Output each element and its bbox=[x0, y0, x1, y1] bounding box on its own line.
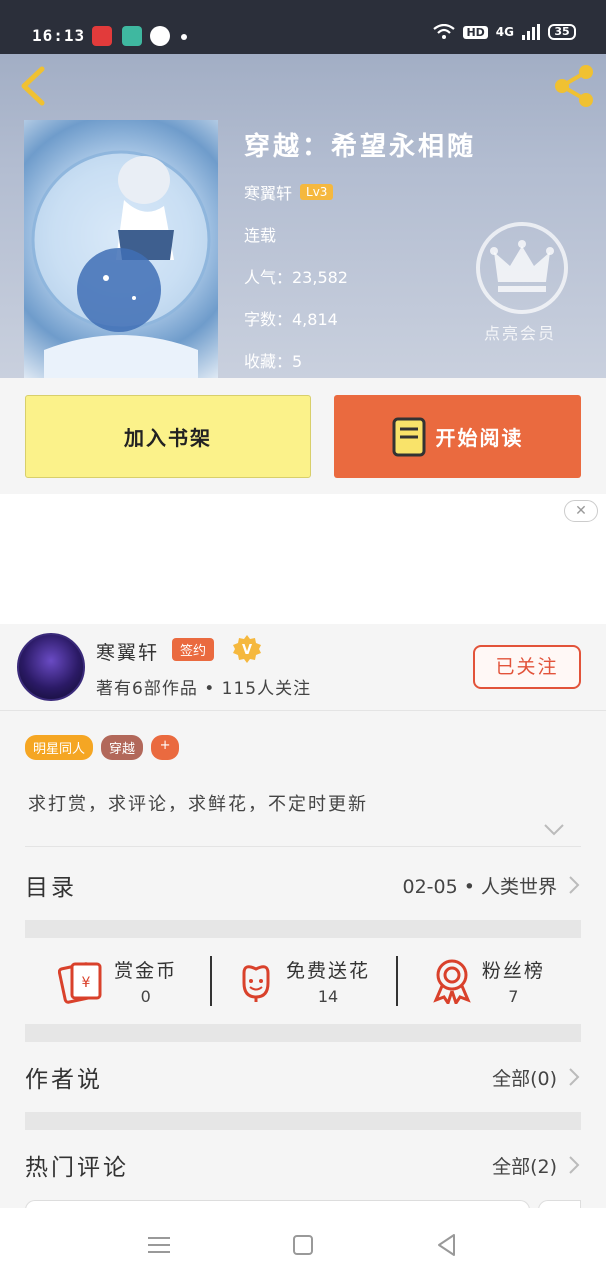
reward-bar: ¥ 赏金币 0 免费送花 14 粉丝榜 7 bbox=[25, 938, 581, 1024]
reward-flower-button[interactable]: 免费送花 14 bbox=[210, 938, 395, 1024]
divider bbox=[0, 710, 606, 711]
tag-list: 明星同人 穿越 + bbox=[25, 735, 180, 760]
status-time: 16:13 bbox=[32, 26, 86, 45]
catalog-row[interactable]: 目录 02-05 • 人类世界 bbox=[25, 860, 581, 910]
reward-coins-button[interactable]: ¥ 赏金币 0 bbox=[25, 938, 210, 1024]
book-cover[interactable] bbox=[24, 120, 218, 378]
reward-count: 14 bbox=[317, 987, 339, 1006]
signed-badge: 签约 bbox=[172, 638, 215, 661]
reward-fans-button[interactable]: 粉丝榜 7 bbox=[395, 938, 581, 1024]
reward-label: 免费送花 bbox=[285, 960, 370, 982]
author-says-all: 全部(0) bbox=[492, 1067, 557, 1090]
author-card: 寒翼轩 签约 V 著有6部作品 • 115人关注 已关注 bbox=[0, 624, 606, 710]
author-says-row[interactable]: 作者说 全部(0) bbox=[25, 1052, 581, 1102]
share-icon bbox=[555, 65, 593, 107]
author-level-badge: Lv3 bbox=[300, 184, 334, 200]
chevron-left-icon bbox=[21, 66, 45, 106]
book-description: 求打赏，求评论，求鲜花，不定时更新 bbox=[28, 794, 368, 815]
author-says-all-wrap: 全部(0) bbox=[492, 1064, 581, 1091]
book-detail-main: 寒翼轩 签约 V 著有6部作品 • 115人关注 已关注 明星同人 穿越 + 求… bbox=[0, 624, 606, 1220]
catalog-latest: 02-05 • 人类世界 bbox=[402, 875, 558, 898]
ad-banner: ✕ bbox=[0, 494, 606, 624]
book-popularity: 人气：23,582 bbox=[244, 268, 348, 287]
reward-flower-text: 免费送花 14 bbox=[286, 956, 370, 1006]
reward-fans-text: 粉丝榜 7 bbox=[482, 956, 545, 1006]
book-author[interactable]: 寒翼轩 bbox=[244, 180, 292, 204]
tag-item[interactable]: 明星同人 bbox=[25, 735, 94, 760]
share-button[interactable] bbox=[550, 62, 598, 110]
add-tag-button[interactable]: + bbox=[151, 735, 180, 760]
reward-label: 粉丝榜 bbox=[481, 960, 545, 982]
start-reading-label: 开始阅读 bbox=[435, 426, 524, 450]
book-icon bbox=[392, 417, 425, 456]
notification-dot-icon bbox=[181, 34, 187, 40]
verified-v-icon: V bbox=[233, 635, 261, 663]
home-icon[interactable] bbox=[288, 1230, 318, 1260]
vip-button[interactable] bbox=[476, 222, 568, 314]
catalog-latest-wrap: 02-05 • 人类世界 bbox=[403, 872, 582, 899]
cover-illustration bbox=[31, 150, 211, 378]
book-status: 连载 bbox=[244, 226, 277, 245]
add-to-shelf-label: 加入书架 bbox=[124, 426, 212, 450]
vip-label[interactable]: 点亮会员 bbox=[484, 320, 556, 344]
author-avatar[interactable] bbox=[17, 633, 85, 701]
back-button[interactable] bbox=[14, 64, 54, 108]
hot-comments-title: 热门评论 bbox=[25, 1155, 129, 1181]
book-collections: 收藏：5 bbox=[244, 352, 303, 371]
hot-comments-all: 全部(2) bbox=[492, 1155, 557, 1178]
hd-badge: HD bbox=[463, 25, 488, 39]
battery-icon: 35 bbox=[548, 24, 576, 40]
author-says-title: 作者说 bbox=[25, 1067, 103, 1093]
reward-label: 赏金币 bbox=[114, 960, 178, 982]
status-bar: 16:13 HD 4G 35 bbox=[0, 0, 606, 54]
crown-icon bbox=[490, 240, 554, 292]
chevron-right-icon bbox=[569, 1068, 580, 1086]
author-stats: 著有6部作品 • 115人关注 bbox=[96, 679, 312, 699]
verified-v-label: V bbox=[242, 643, 252, 658]
medal-icon bbox=[433, 959, 471, 1004]
chevron-right-icon bbox=[569, 1156, 580, 1174]
catalog-title: 目录 bbox=[25, 875, 77, 901]
author-name[interactable]: 寒翼轩 bbox=[96, 638, 159, 665]
add-to-shelf-button[interactable]: 加入书架 bbox=[25, 395, 311, 478]
reward-count: 7 bbox=[508, 987, 519, 1006]
flower-icon bbox=[242, 965, 270, 1002]
follow-button[interactable]: 已关注 bbox=[473, 645, 581, 689]
chevron-down-icon[interactable] bbox=[542, 822, 566, 838]
wifi-icon bbox=[433, 24, 456, 39]
status-indicators: HD 4G 35 bbox=[433, 24, 576, 40]
hot-comments-all-wrap: 全部(2) bbox=[492, 1152, 581, 1179]
reward-coins-text: 赏金币 0 bbox=[114, 956, 177, 1006]
signal-icon bbox=[522, 24, 540, 40]
ad-close-button[interactable]: ✕ bbox=[564, 500, 598, 522]
menu-icon[interactable] bbox=[144, 1230, 174, 1260]
chevron-right-icon bbox=[569, 876, 580, 894]
section-separator bbox=[25, 1024, 581, 1042]
chat-app-icon bbox=[122, 26, 142, 46]
book-word-count: 字数：4,814 bbox=[244, 310, 338, 329]
hot-comments-row[interactable]: 热门评论 全部(2) bbox=[25, 1140, 581, 1190]
book-author-line: 寒翼轩 Lv3 bbox=[244, 180, 334, 204]
network-label: 4G bbox=[495, 25, 514, 39]
tag-item[interactable]: 穿越 bbox=[101, 735, 144, 760]
system-nav-bar bbox=[0, 1208, 606, 1280]
book-title: 穿越：希望永相随 bbox=[244, 132, 477, 162]
back-nav-icon[interactable] bbox=[432, 1230, 462, 1260]
action-bar: 加入书架 开始阅读 bbox=[0, 378, 606, 494]
svg-text:¥: ¥ bbox=[82, 975, 91, 991]
section-separator bbox=[25, 920, 581, 938]
divider bbox=[25, 846, 581, 847]
news-app-icon bbox=[92, 26, 112, 46]
reward-count: 0 bbox=[140, 987, 151, 1006]
start-reading-button[interactable]: 开始阅读 bbox=[334, 395, 581, 478]
browser-app-icon bbox=[150, 26, 170, 46]
red-envelope-icon: ¥ bbox=[58, 962, 102, 1004]
section-separator bbox=[25, 1112, 581, 1130]
book-header: 16:13 HD 4G 35 穿越：希望永相随 寒翼轩 Lv3 连载 人气：23… bbox=[0, 0, 606, 378]
